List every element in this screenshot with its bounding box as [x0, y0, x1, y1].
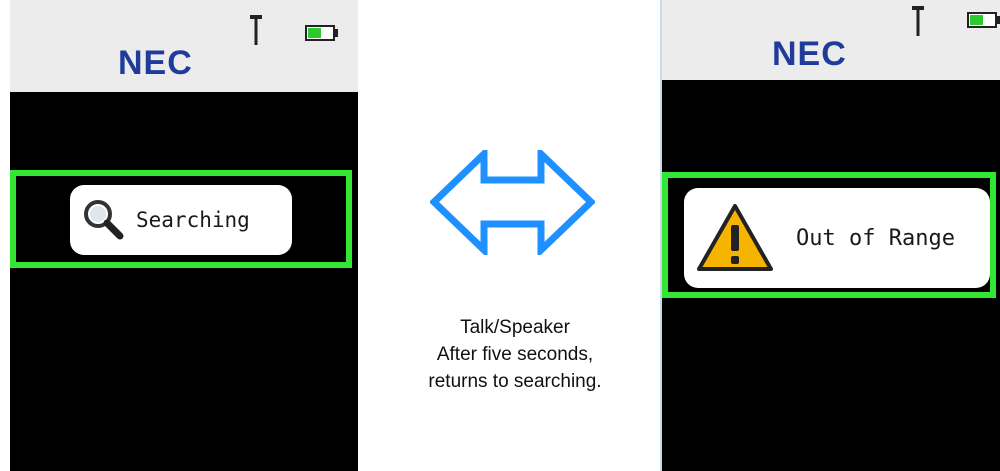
antenna-icon	[250, 15, 262, 45]
right-status-bar: NEC	[662, 0, 1000, 80]
transition-caption: Talk/Speaker After five seconds, returns…	[380, 314, 650, 395]
popup-status-text: Searching	[136, 208, 250, 232]
nec-logo: NEC	[118, 44, 193, 82]
searching-popup: Searching	[70, 185, 292, 255]
caption-line: Talk/Speaker	[460, 317, 570, 338]
caption-line: returns to searching.	[428, 371, 602, 392]
left-handset-screen: NEC Searching	[10, 0, 358, 471]
antenna-icon	[912, 6, 924, 36]
battery-icon	[967, 12, 1000, 28]
battery-icon	[305, 25, 338, 41]
magnifier-icon	[84, 200, 124, 240]
left-status-bar: NEC	[10, 0, 358, 92]
caption-line: After five seconds,	[436, 344, 594, 365]
right-handset-screen: NEC Out of Range	[660, 0, 1000, 471]
out-of-range-popup: Out of Range	[684, 188, 990, 288]
double-arrow-icon	[430, 150, 595, 255]
warning-icon	[697, 204, 773, 271]
nec-logo: NEC	[772, 35, 847, 73]
popup-status-text: Out of Range	[796, 225, 955, 251]
